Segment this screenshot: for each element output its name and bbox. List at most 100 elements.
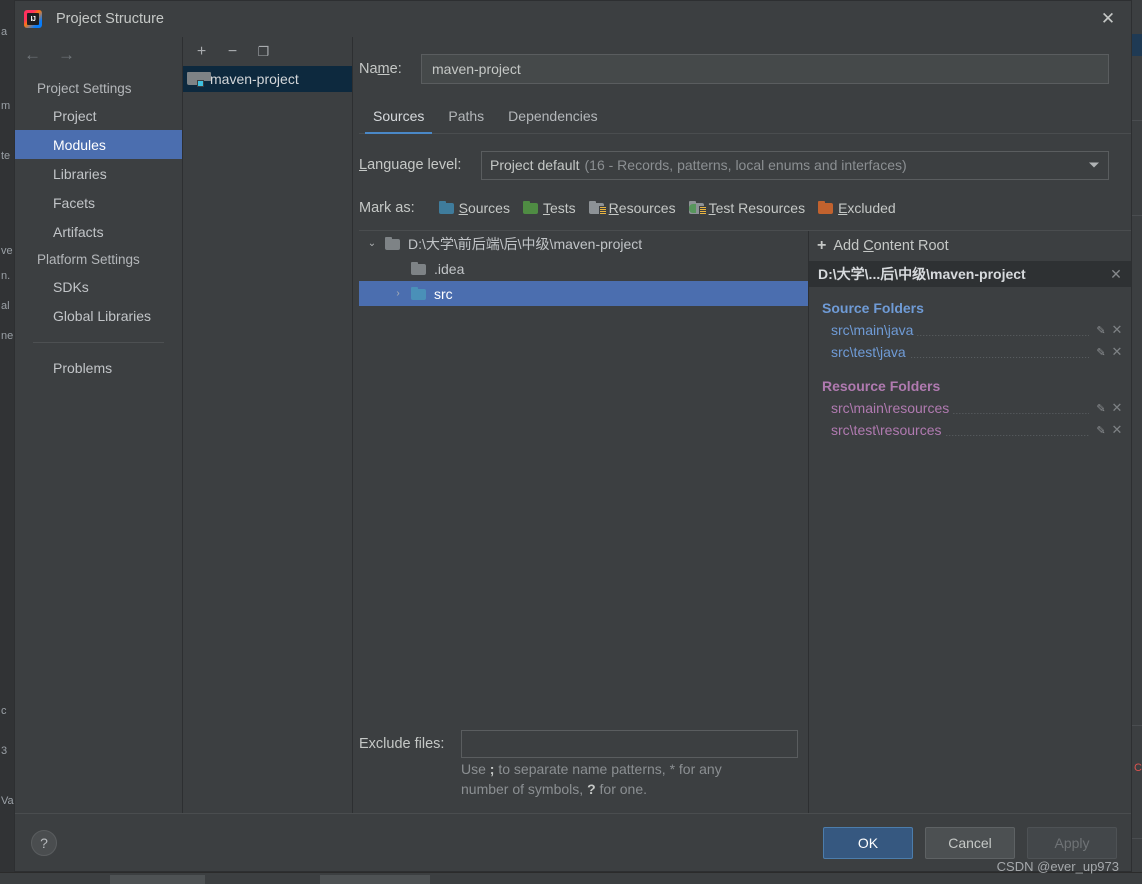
content-root-path: D:\大学\...后\中级\maven-project	[818, 266, 1026, 282]
module-editor-panel: Name: maven-project Sources Paths Depend…	[353, 37, 1131, 813]
watermark: CSDN @ever_up973	[996, 859, 1119, 874]
close-icon[interactable]: ✕	[1085, 1, 1131, 37]
sidebar-group-platform-settings: Platform Settings	[37, 251, 140, 267]
dotted-leader	[909, 357, 1089, 358]
folder-icon	[385, 237, 401, 250]
language-level-label: Language level:	[359, 157, 462, 173]
exclude-files-area: Exclude files: Use ; to separate name pa…	[359, 721, 808, 813]
module-tabs: Sources Paths Dependencies	[359, 98, 1131, 134]
remove-content-root-icon[interactable]: ✕	[1107, 266, 1125, 283]
sidebar-item-global-libraries[interactable]: Global Libraries	[15, 301, 182, 330]
ide-left-edge-strip: a m te ve n. al ne c 3 Va	[0, 0, 14, 884]
content-root-body: Source Folders src\main\java ✎ ✕ src\tes…	[809, 287, 1131, 813]
resources-folder-icon	[588, 201, 607, 216]
resource-folder-path: src\test\resources	[831, 422, 942, 438]
settings-sidebar: ← → Project Settings Project Modules Lib…	[15, 37, 183, 813]
remove-folder-icon[interactable]: ✕	[1109, 400, 1125, 416]
sources-split-pane: ⌄ D:\大学\前后端\后\中级\maven-project .idea › s…	[359, 230, 1131, 813]
folder-icon	[411, 262, 427, 275]
mark-as-sources-label: Sources	[458, 200, 510, 216]
tree-row-content-root[interactable]: ⌄ D:\大学\前后端\后\中级\maven-project	[359, 231, 808, 256]
resource-folders-title: Resource Folders	[822, 378, 941, 394]
sidebar-item-sdks[interactable]: SDKs	[15, 272, 182, 301]
content-tree: ⌄ D:\大学\前后端\后\中级\maven-project .idea › s…	[359, 231, 808, 721]
language-level-description: (16 - Records, patterns, local enums and…	[584, 157, 907, 173]
content-root-header: D:\大学\...后\中级\maven-project ✕	[809, 261, 1131, 287]
module-name-row: Name: maven-project	[359, 52, 1109, 86]
hint-part-2: to separate name patterns, * for any	[494, 761, 722, 777]
remove-module-icon[interactable]: −	[225, 43, 240, 60]
chevron-down-icon[interactable]	[1089, 162, 1099, 168]
dialog-titlebar: IJ Project Structure ✕	[15, 1, 1131, 37]
module-item-maven-project[interactable]: maven-project	[183, 66, 352, 92]
mark-as-row: Mark as: Sources Tests Resources Test Re…	[359, 197, 1131, 219]
edit-pencil-icon[interactable]: ✎	[1093, 424, 1109, 437]
sidebar-nav-list: Project Settings Project Modules Librari…	[15, 71, 182, 382]
mark-as-excluded-button[interactable]: Excluded	[818, 200, 896, 216]
dialog-footer: ? OK Cancel Apply CSDN @ever_up973	[15, 813, 1131, 874]
sidebar-item-modules[interactable]: Modules	[15, 130, 182, 159]
back-arrow-icon[interactable]: ←	[24, 46, 41, 63]
source-folder-path: src\test\java	[831, 344, 906, 360]
ok-button[interactable]: OK	[823, 826, 913, 859]
edit-pencil-icon[interactable]: ✎	[1093, 324, 1109, 337]
sidebar-divider	[33, 342, 164, 343]
exclude-files-hint: Use ; to separate name patterns, * for a…	[461, 759, 808, 799]
tree-row-label: .idea	[434, 260, 465, 277]
tab-sources[interactable]: Sources	[361, 108, 436, 134]
module-item-label: maven-project	[210, 71, 299, 87]
dotted-leader	[917, 335, 1089, 336]
plus-icon: +	[817, 237, 827, 254]
mark-as-resources-button[interactable]: Resources	[588, 200, 676, 216]
forward-arrow-icon[interactable]: →	[58, 46, 75, 63]
copy-module-icon[interactable]: ❐	[256, 45, 271, 58]
exclude-files-label: Exclude files:	[359, 736, 445, 752]
dotted-leader	[945, 435, 1089, 436]
sidebar-item-problems[interactable]: Problems	[15, 353, 182, 382]
remove-folder-icon[interactable]: ✕	[1109, 322, 1125, 338]
language-level-value: Project default	[490, 157, 580, 173]
sources-folder-icon	[438, 201, 455, 215]
dialog-body: ← → Project Settings Project Modules Lib…	[15, 37, 1131, 813]
resource-folder-row[interactable]: src\test\resources ✎ ✕	[809, 419, 1131, 441]
edit-pencil-icon[interactable]: ✎	[1093, 346, 1109, 359]
tab-paths[interactable]: Paths	[436, 108, 496, 133]
remove-folder-icon[interactable]: ✕	[1109, 344, 1125, 360]
test-resources-folder-icon	[688, 201, 707, 216]
edit-pencil-icon[interactable]: ✎	[1093, 402, 1109, 415]
add-content-root-button[interactable]: + Add Content Root	[809, 231, 1131, 261]
intellij-idea-icon: IJ	[24, 10, 42, 28]
apply-button: Apply	[1027, 826, 1117, 859]
source-folder-row[interactable]: src\test\java ✎ ✕	[809, 341, 1131, 363]
mark-as-test-resources-button[interactable]: Test Resources	[688, 200, 805, 216]
sidebar-item-artifacts[interactable]: Artifacts	[15, 217, 182, 246]
mark-as-label: Mark as:	[359, 200, 415, 216]
chevron-down-icon[interactable]: ⌄	[359, 238, 385, 249]
module-name-input[interactable]: maven-project	[421, 54, 1109, 84]
exclude-files-input[interactable]	[461, 730, 798, 758]
cancel-button[interactable]: Cancel	[925, 826, 1015, 859]
resource-folder-row[interactable]: src\main\resources ✎ ✕	[809, 397, 1131, 419]
sidebar-item-project[interactable]: Project	[15, 101, 182, 130]
add-module-icon[interactable]: +	[194, 43, 209, 60]
sidebar-nav-arrows: ← →	[15, 37, 182, 71]
language-level-dropdown[interactable]: Project default (16 - Records, patterns,…	[481, 150, 1109, 180]
excluded-folder-icon	[818, 201, 834, 215]
remove-folder-icon[interactable]: ✕	[1109, 422, 1125, 438]
mark-as-tests-button[interactable]: Tests	[522, 200, 576, 216]
sidebar-item-facets[interactable]: Facets	[15, 188, 182, 217]
dotted-leader	[953, 413, 1089, 414]
mark-as-sources-button[interactable]: Sources	[438, 200, 510, 216]
help-button[interactable]: ?	[31, 829, 57, 856]
sidebar-item-libraries[interactable]: Libraries	[15, 159, 182, 188]
source-folder-path: src\main\java	[831, 322, 914, 338]
tree-row-src[interactable]: › src	[359, 281, 808, 306]
tab-dependencies[interactable]: Dependencies	[496, 108, 610, 133]
chevron-right-icon[interactable]: ›	[385, 288, 411, 299]
module-name-label: Name:	[359, 61, 402, 77]
modules-list-panel: + − ❐ maven-project	[183, 37, 353, 813]
sidebar-group-project-settings: Project Settings	[37, 80, 132, 96]
tree-row-idea[interactable]: .idea	[359, 256, 808, 281]
source-folder-row[interactable]: src\main\java ✎ ✕	[809, 319, 1131, 341]
